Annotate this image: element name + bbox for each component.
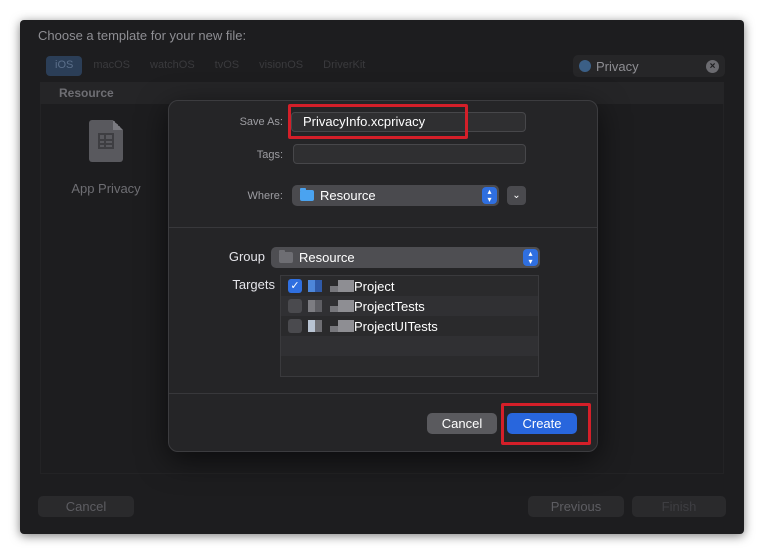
target-icon xyxy=(330,320,354,332)
target-checkbox[interactable] xyxy=(288,299,302,313)
targets-label: Targets xyxy=(232,277,275,292)
list-item[interactable]: ✓ Project xyxy=(281,276,538,296)
cancel-button-bg[interactable]: Cancel xyxy=(38,496,134,517)
where-value: Resource xyxy=(320,188,376,203)
target-name: ProjectUITests xyxy=(354,318,438,334)
target-checkbox[interactable]: ✓ xyxy=(288,279,302,293)
target-icon xyxy=(308,280,322,292)
folder-icon xyxy=(279,250,293,263)
previous-button[interactable]: Previous xyxy=(528,496,624,517)
where-popup[interactable]: Resource ▴ ▾ xyxy=(292,185,499,206)
tab-ios[interactable]: iOS xyxy=(46,56,83,76)
target-checkbox[interactable] xyxy=(288,319,302,333)
target-name: Project xyxy=(354,278,395,294)
template-item-app-privacy[interactable]: App Privacy xyxy=(66,120,146,196)
save-sheet: Save As: PrivacyInfo.xcprivacy Tags: Whe… xyxy=(168,100,598,452)
tab-macos[interactable]: macOS xyxy=(84,56,139,76)
where-label: Where: xyxy=(247,190,283,202)
tab-watchos[interactable]: watchOS xyxy=(141,56,204,76)
folder-icon xyxy=(300,188,314,201)
targets-list: ✓ Project ProjectTests ProjectUITests xyxy=(280,275,539,377)
list-item-empty xyxy=(281,336,538,356)
create-highlight xyxy=(501,403,591,445)
chevron-updown-icon: ▴ ▾ xyxy=(482,187,497,204)
search-input-value[interactable]: Privacy xyxy=(596,59,706,74)
tab-visionos[interactable]: visionOS xyxy=(250,56,312,76)
platform-tabs: iOS macOS watchOS tvOS visionOS DriverKi… xyxy=(46,56,374,76)
template-label: App Privacy xyxy=(71,181,141,196)
chevron-updown-icon: ▴ ▾ xyxy=(523,249,538,266)
group-value: Resource xyxy=(299,250,355,265)
finish-button[interactable]: Finish xyxy=(632,496,726,517)
divider-top xyxy=(169,227,597,228)
tab-tvos[interactable]: tvOS xyxy=(206,56,248,76)
list-item[interactable]: ProjectUITests xyxy=(281,316,538,336)
clear-icon[interactable]: × xyxy=(706,59,719,73)
divider-bottom xyxy=(169,393,597,394)
target-icon xyxy=(308,300,322,312)
cancel-button[interactable]: Cancel xyxy=(427,413,497,434)
search-icon xyxy=(579,60,591,72)
group-popup[interactable]: Resource ▴ ▾ xyxy=(271,247,540,268)
target-icon xyxy=(330,280,354,292)
tab-driverkit[interactable]: DriverKit xyxy=(314,56,374,76)
app-privacy-file-icon xyxy=(89,120,123,162)
window-title: Choose a template for your new file: xyxy=(38,28,247,43)
target-icon xyxy=(330,300,354,312)
template-search-field[interactable]: Privacy × xyxy=(573,55,725,77)
target-icon xyxy=(308,320,322,332)
chevron-down-icon[interactable]: ⌄ xyxy=(507,186,526,205)
save-as-label: Save As: xyxy=(239,116,283,128)
target-name: ProjectTests xyxy=(354,298,425,314)
group-label: Group xyxy=(228,249,265,264)
tags-field[interactable] xyxy=(293,144,526,164)
list-item[interactable]: ProjectTests xyxy=(281,296,538,316)
tags-label: Tags: xyxy=(256,149,283,161)
save-as-highlight xyxy=(288,104,468,139)
